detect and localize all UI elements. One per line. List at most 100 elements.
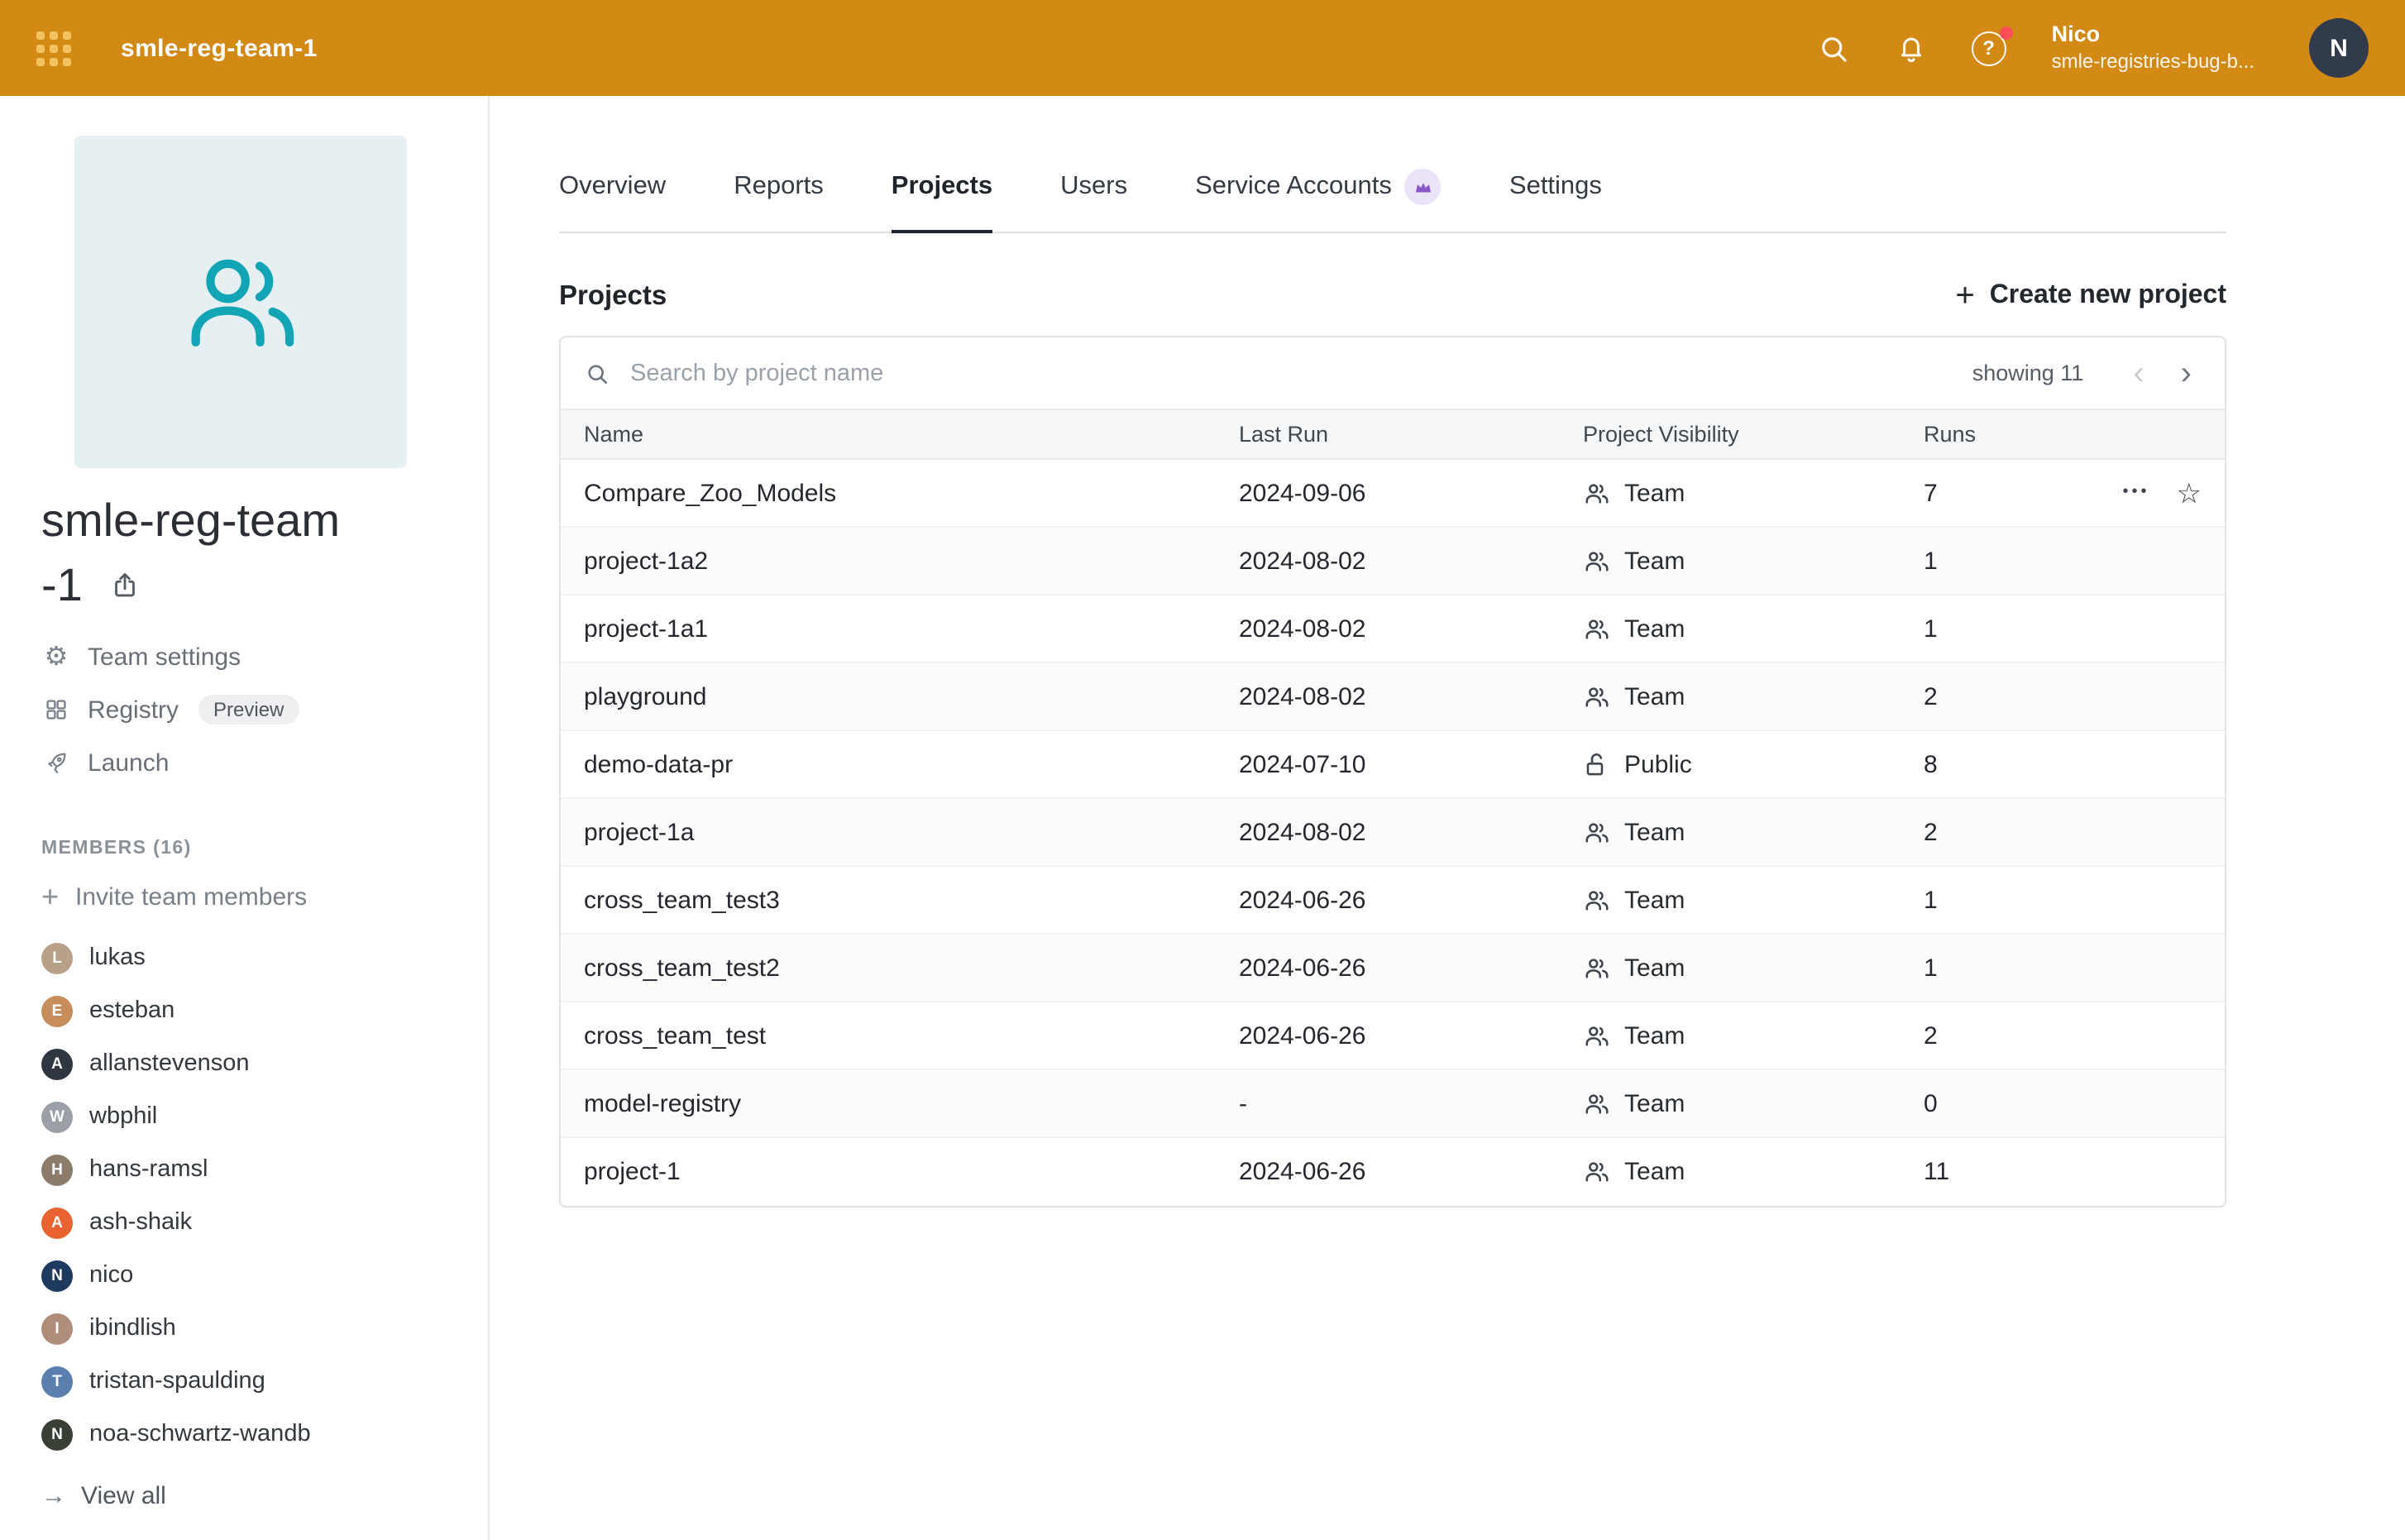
team-people-icon — [1583, 1021, 1611, 1050]
team-name: smle-reg-team -1 — [41, 488, 488, 617]
team-people-icon — [1583, 547, 1611, 575]
notifications-bell-icon[interactable] — [1893, 30, 1929, 66]
tab-label: Reports — [734, 169, 824, 205]
project-last-run: 2024-08-02 — [1239, 615, 1583, 643]
create-button-label: Create new project — [1990, 281, 2226, 311]
project-visibility: Team — [1583, 615, 1924, 643]
sidebar-item-label: Team settings — [88, 643, 241, 671]
project-name: project-1a — [584, 818, 1239, 846]
search-icon[interactable] — [1815, 30, 1852, 66]
pagination-prev-icon[interactable]: ‹ — [2123, 356, 2154, 390]
user-menu[interactable]: Nico smle-registries-bug-b... — [2052, 21, 2254, 75]
project-visibility: Team — [1583, 818, 1924, 846]
runs-count: 1 — [1924, 954, 1938, 982]
project-row[interactable]: cross_team_test2024-06-26Team2 — [561, 1002, 2225, 1070]
sidebar-item-team-settings[interactable]: ⚙ Team settings — [41, 630, 488, 683]
tab-label: Overview — [559, 169, 666, 205]
project-row[interactable]: model-registry-Team0 — [561, 1070, 2225, 1138]
member-avatar: A — [41, 1048, 73, 1079]
project-last-run: 2024-06-26 — [1239, 954, 1583, 982]
invite-team-members-button[interactable]: + Invite team members — [41, 872, 488, 921]
app-menu-icon[interactable] — [36, 31, 71, 65]
project-row[interactable]: Compare_Zoo_Models2024-09-06Team7•••☆ — [561, 460, 2225, 528]
help-icon[interactable]: ? — [1971, 30, 2007, 66]
tabs: Overview Reports Projects Users Service Acco… — [559, 169, 2226, 233]
topbar: smle-reg-team-1 ? Nico — [0, 0, 2405, 96]
tab-service-accounts[interactable]: Service Accounts — [1195, 169, 1442, 232]
tab-settings[interactable]: Settings — [1509, 169, 1602, 232]
rocket-icon — [41, 749, 71, 776]
project-row[interactable]: project-1a12024-08-02Team1 — [561, 595, 2225, 663]
project-row[interactable]: cross_team_test22024-06-26Team1 — [561, 935, 2225, 1002]
projects-header: Projects + Create new project — [559, 280, 2226, 313]
page-title: Projects — [559, 280, 667, 312]
view-all-members-link[interactable]: → View all — [41, 1471, 488, 1520]
member-item[interactable]: Iibindlish — [41, 1302, 488, 1355]
team-people-icon — [1583, 615, 1611, 643]
member-avatar: A — [41, 1207, 73, 1238]
star-icon[interactable]: ☆ — [2177, 479, 2202, 507]
visibility-label: Public — [1624, 750, 1692, 778]
visibility-label: Team — [1624, 615, 1685, 643]
pagination-next-icon[interactable]: › — [2171, 356, 2202, 390]
project-row[interactable]: playground2024-08-02Team2 — [561, 663, 2225, 731]
share-icon[interactable] — [109, 569, 141, 600]
notification-dot — [2000, 26, 2013, 39]
tab-overview[interactable]: Overview — [559, 169, 666, 232]
user-avatar[interactable]: N — [2309, 18, 2369, 78]
project-visibility: Team — [1583, 682, 1924, 710]
member-item[interactable]: Eesteban — [41, 984, 488, 1037]
create-new-project-button[interactable]: + Create new project — [1955, 280, 2226, 313]
project-last-run: - — [1239, 1089, 1583, 1117]
topbar-actions: ? Nico smle-registries-bug-b... N — [1815, 18, 2369, 78]
member-name: noa-schwartz-wandb — [89, 1421, 311, 1447]
row-menu-icon[interactable]: ••• — [2122, 485, 2149, 501]
member-name: ash-shaik — [89, 1209, 192, 1236]
project-row[interactable]: cross_team_test32024-06-26Team1 — [561, 867, 2225, 935]
visibility-label: Team — [1624, 818, 1685, 846]
project-row[interactable]: project-1a2024-08-02Team2 — [561, 799, 2225, 867]
registry-icon — [41, 696, 71, 723]
arrow-right-icon: → — [41, 1481, 66, 1509]
tab-projects[interactable]: Projects — [892, 169, 992, 232]
project-row[interactable]: demo-data-pr2024-07-10Public8 — [561, 731, 2225, 799]
user-name: Nico — [2052, 21, 2254, 50]
team-people-icon — [1583, 886, 1611, 914]
runs-count: 8 — [1924, 750, 1938, 778]
member-item[interactable]: Aash-shaik — [41, 1196, 488, 1249]
team-avatar — [74, 136, 407, 468]
runs-count: 11 — [1924, 1158, 1949, 1186]
project-search-input[interactable] — [627, 358, 1956, 388]
member-avatar: H — [41, 1154, 73, 1185]
member-item[interactable]: Nnoa-schwartz-wandb — [41, 1408, 488, 1461]
project-name: Compare_Zoo_Models — [584, 479, 1239, 507]
visibility-label: Team — [1624, 479, 1685, 507]
project-last-run: 2024-08-02 — [1239, 682, 1583, 710]
member-item[interactable]: Ttristan-spaulding — [41, 1355, 488, 1408]
member-avatar: N — [41, 1260, 73, 1291]
project-row[interactable]: project-1a22024-08-02Team1 — [561, 528, 2225, 595]
member-item[interactable]: Llukas — [41, 931, 488, 984]
member-item[interactable]: Wwbphil — [41, 1090, 488, 1143]
project-visibility: Team — [1583, 479, 1924, 507]
member-item[interactable]: Hhans-ramsl — [41, 1143, 488, 1196]
runs-count: 2 — [1924, 818, 1938, 846]
tab-reports[interactable]: Reports — [734, 169, 824, 232]
project-last-run: 2024-08-02 — [1239, 547, 1583, 575]
team-name-line1: smle-reg-team — [41, 488, 488, 552]
member-item[interactable]: Aallanstevenson — [41, 1037, 488, 1090]
member-item[interactable]: Nnico — [41, 1249, 488, 1302]
column-header-last-run: Last Run — [1239, 422, 1583, 447]
sidebar-item-launch[interactable]: Launch — [41, 736, 488, 789]
tab-users[interactable]: Users — [1060, 169, 1127, 232]
help-question-icon: ? — [1972, 31, 2006, 65]
project-last-run: 2024-06-26 — [1239, 1021, 1583, 1050]
project-row[interactable]: project-12024-06-26Team11 — [561, 1138, 2225, 1206]
project-visibility: Team — [1583, 1158, 1924, 1186]
main-content: Overview Reports Projects Users Service Acco… — [490, 96, 2405, 1540]
sidebar-item-registry[interactable]: Registry Preview — [41, 683, 488, 736]
visibility-label: Team — [1624, 547, 1685, 575]
project-name: cross_team_test2 — [584, 954, 1239, 982]
lock-open-icon — [1583, 750, 1611, 778]
tab-label: Service Accounts — [1195, 169, 1392, 205]
